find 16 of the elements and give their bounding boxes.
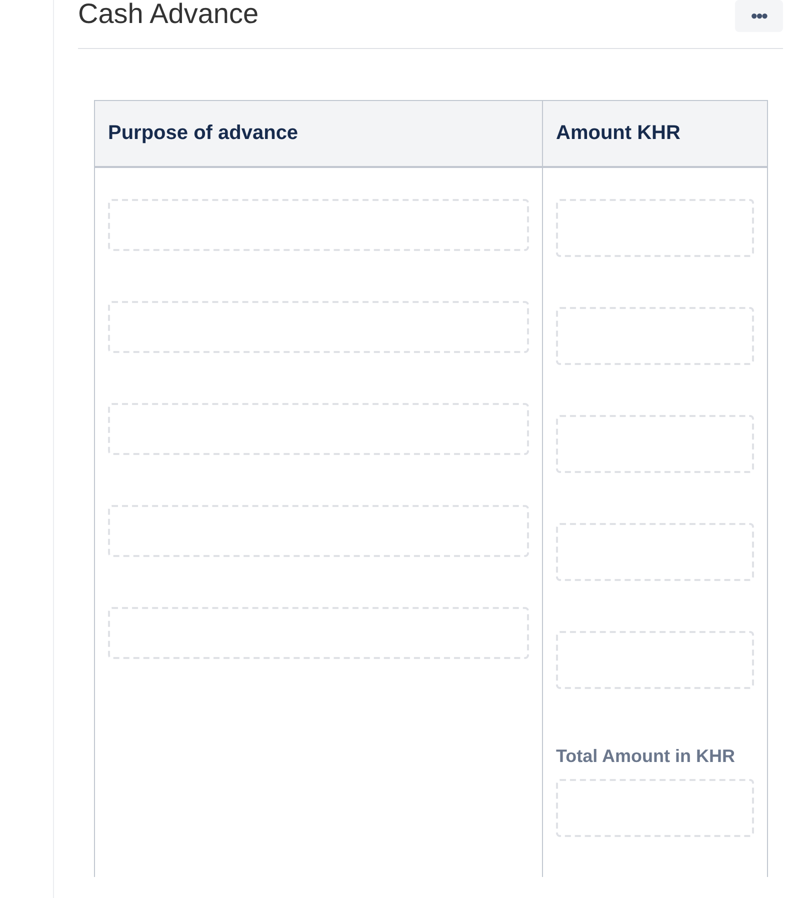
panel-title: Cash Advance xyxy=(78,0,259,28)
amount-input-field[interactable] xyxy=(556,199,754,257)
purpose-input-field[interactable] xyxy=(108,301,529,353)
column-header: Purpose of advance xyxy=(94,100,542,167)
column-header: Amount KHR xyxy=(542,100,768,167)
amount-input-field[interactable] xyxy=(556,415,754,473)
amount-input-field[interactable] xyxy=(556,631,754,689)
purpose-input-field[interactable] xyxy=(108,199,529,251)
total-amount-label: Total Amount in KHR xyxy=(556,745,736,768)
amount-input-field[interactable] xyxy=(556,307,754,365)
total-amount-field[interactable] xyxy=(556,779,754,837)
amount-input-field[interactable] xyxy=(556,523,754,581)
purpose-input-field[interactable] xyxy=(108,403,529,455)
more-button[interactable]: ••• xyxy=(735,0,783,32)
purpose-input-field[interactable] xyxy=(108,607,529,659)
purpose-input-field[interactable] xyxy=(108,505,529,557)
